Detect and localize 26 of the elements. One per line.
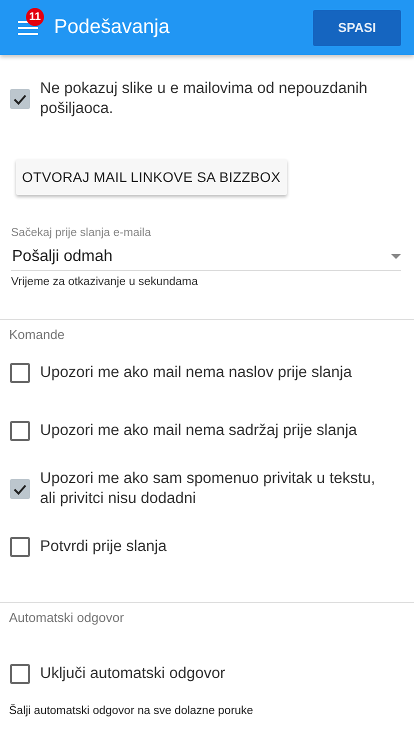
checkbox[interactable] (10, 363, 30, 383)
field-label: Sačekaj prije slanja e-maila (11, 227, 152, 239)
notification-badge: 11 (26, 8, 44, 26)
option-label: Potvrdi prije slanja (40, 537, 167, 557)
option-label: Uključi automatski odgovor (40, 664, 226, 684)
section-title: Automatski odgovor (9, 610, 124, 625)
option-label: Upozori me ako mail nema naslov prije slanja (40, 363, 352, 383)
option-label: Upozori me ako sam spomenuo privitak u tekstu, ali privitci nisu dodadni (40, 469, 376, 509)
option-label: Ne pokazuj slike u e mailovima od nepouzdanih pošiljaoca. (40, 79, 368, 119)
check-icon (13, 94, 27, 104)
delay-select[interactable]: Pošalji odmah (11, 243, 401, 271)
checkbox[interactable] (10, 421, 30, 441)
menu-icon[interactable] (18, 20, 38, 36)
check-icon (13, 484, 27, 494)
section-title: Komande (9, 327, 65, 342)
open-links-button[interactable]: OTVORAJ MAIL LINKOVE SA BIZZBOX (16, 159, 287, 195)
checkbox[interactable] (10, 537, 30, 557)
checkbox[interactable] (10, 664, 30, 684)
option-label: Upozori me ako mail nema sadržaj prije slanja (40, 421, 358, 441)
screen-title: Podešavanja (54, 16, 171, 39)
checkbox[interactable] (10, 89, 30, 109)
dropdown-arrow-icon (391, 254, 401, 259)
save-button[interactable]: SPASI (313, 10, 401, 46)
checkbox[interactable] (10, 479, 30, 499)
helper-text: Šalji automatski odgovor na sve dolazne poruke (9, 705, 254, 717)
helper-text: Vrijeme za otkazivanje u sekundama (11, 276, 199, 288)
